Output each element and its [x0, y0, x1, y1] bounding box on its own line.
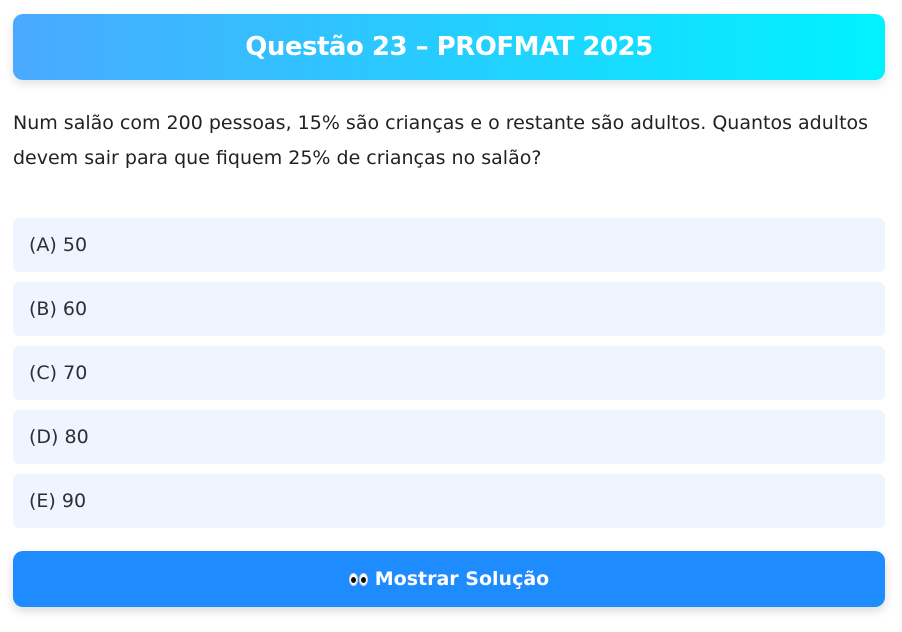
option-a[interactable]: (A) 50 — [13, 218, 885, 272]
question-card: Questão 23 – PROFMAT 2025 Num salão com … — [0, 0, 902, 632]
option-label: (A) 50 — [29, 234, 88, 256]
option-d[interactable]: (D) 80 — [13, 410, 885, 464]
answer-options: (A) 50 (B) 60 (C) 70 (D) 80 (E) 90 — [13, 218, 885, 538]
question-text: Num salão com 200 pessoas, 15% são crian… — [13, 112, 869, 169]
option-b[interactable]: (B) 60 — [13, 282, 885, 336]
option-e[interactable]: (E) 90 — [13, 474, 885, 528]
show-solution-label: Mostrar Solução — [374, 568, 550, 590]
question-header: Questão 23 – PROFMAT 2025 — [13, 14, 885, 80]
option-label: (D) 80 — [29, 426, 89, 448]
show-solution-button[interactable]: Mostrar Solução — [13, 551, 885, 607]
option-label: (E) 90 — [29, 490, 87, 512]
option-c[interactable]: (C) 70 — [13, 346, 885, 400]
option-label: (B) 60 — [29, 298, 88, 320]
option-label: (C) 70 — [29, 362, 88, 384]
question-title: Questão 23 – PROFMAT 2025 — [245, 32, 653, 62]
eyes-icon — [348, 572, 368, 586]
